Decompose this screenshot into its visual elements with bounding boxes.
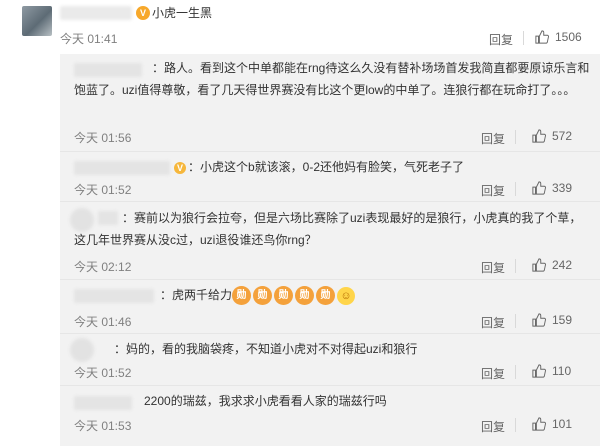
reply-item: ：妈的，看的我脑袋疼，不知道小虎对不对得起uzi和狼行 今天 01:52 回复 … xyxy=(60,334,600,386)
divider xyxy=(515,259,516,273)
reply-time: 今天 01:56 xyxy=(74,131,132,145)
thumbs-up-icon xyxy=(532,181,546,195)
divider xyxy=(523,31,524,45)
reply-time: 今天 01:53 xyxy=(74,419,132,433)
main-comment: V 小虎一生黑 今天 01:41 回复 1506 xyxy=(0,0,600,54)
weibo-vip-badge-icon: V xyxy=(136,6,150,20)
reply-button[interactable]: 回复 xyxy=(481,418,505,435)
like-count: 339 xyxy=(552,181,573,195)
reply-button[interactable]: 回复 xyxy=(481,259,505,276)
reply-button[interactable]: 回复 xyxy=(481,365,505,382)
thumbs-up-icon xyxy=(532,364,546,378)
divider xyxy=(515,418,516,432)
divider xyxy=(515,130,516,144)
thumbs-up-icon xyxy=(532,417,546,431)
divider xyxy=(515,314,516,328)
like-button[interactable]: 110 xyxy=(532,364,571,378)
emoji-lol-icon: 勋 xyxy=(253,286,273,306)
like-button[interactable]: 242 xyxy=(532,258,572,272)
avatar[interactable] xyxy=(22,6,52,36)
username-blurred[interactable] xyxy=(60,6,132,20)
like-count: 101 xyxy=(552,417,573,431)
reply-text: ：虎两千给力勋勋勋勋勋 ☺ xyxy=(74,284,590,306)
reply-item: ：路人。看到这个中单都能在rng待这么久没有替补场场首发我简直都要原谅乐言和饱蓝… xyxy=(60,54,600,152)
reply-list: ：路人。看到这个中单都能在rng待这么久没有替补场场首发我简直都要原谅乐言和饱蓝… xyxy=(60,54,600,446)
like-button[interactable]: 101 xyxy=(532,417,572,431)
reply-item: V ：小虎这个b就该滚，0-2还他妈有脸笑，气死老子了 今天 01:52 回复 3… xyxy=(60,152,600,202)
emoji-lol-icon: 勋 xyxy=(316,286,336,306)
reply-item: 2200的瑞兹，我求求小虎看看人家的瑞兹行吗 今天 01:53 回复 101 xyxy=(60,386,600,446)
reply-item: ：虎两千给力勋勋勋勋勋 ☺ 今天 01:46 回复 159 xyxy=(60,280,600,334)
thumbs-up-icon xyxy=(532,258,546,272)
reply-button[interactable]: 回复 xyxy=(481,182,505,199)
reply-text: V ：小虎这个b就该滚，0-2还他妈有脸笑，气死老子了 xyxy=(74,156,590,178)
reply-time: 今天 01:46 xyxy=(74,315,132,329)
reply-button[interactable]: 回复 xyxy=(489,31,513,48)
reply-text: ：路人。看到这个中单都能在rng待这么久没有替补场场首发我简直都要原谅乐言和饱蓝… xyxy=(74,61,590,97)
reply-time: 今天 01:52 xyxy=(74,366,132,380)
vip-badge-icon: V xyxy=(174,161,186,174)
reply-text: 2200的瑞兹，我求求小虎看看人家的瑞兹行吗 xyxy=(144,394,387,408)
divider xyxy=(515,182,516,196)
comment-time: 今天 01:41 xyxy=(60,32,118,46)
reply-time: 今天 02:12 xyxy=(74,260,132,274)
thumbs-up-icon xyxy=(532,129,546,143)
thumbs-up-icon xyxy=(532,313,546,327)
thumbs-up-icon xyxy=(535,30,549,44)
like-button[interactable]: 1506 xyxy=(535,30,582,44)
comment-text: 小虎一生黑 xyxy=(152,6,213,20)
like-button[interactable]: 339 xyxy=(532,181,572,195)
like-button[interactable]: 572 xyxy=(532,129,572,143)
reply-item: ：赛前以为狼行会拉夸，但是六场比赛除了uzi表现最好的是狼行，小虎真的我了个草，… xyxy=(60,202,600,280)
like-count: 1506 xyxy=(555,30,582,44)
emoji-lol-icon: 勋 xyxy=(274,286,294,306)
reply-button[interactable]: 回复 xyxy=(481,314,505,331)
reply-button[interactable]: 回复 xyxy=(481,130,505,147)
reply-text: ：妈的，看的我脑袋疼，不知道小虎对不对得起uzi和狼行 xyxy=(114,342,418,356)
reply-time: 今天 01:52 xyxy=(74,183,132,197)
like-button[interactable]: 159 xyxy=(532,313,572,327)
like-count: 242 xyxy=(552,258,573,272)
emoji-lol-icon: 勋 xyxy=(295,286,315,306)
like-count: 159 xyxy=(552,313,573,327)
emoji-lol-icon: 勋 xyxy=(232,286,252,306)
like-count: 110 xyxy=(552,364,572,378)
like-count: 572 xyxy=(552,129,573,143)
emoji-laugh-icon: ☺ xyxy=(337,286,356,305)
reply-text: ：赛前以为狼行会拉夸，但是六场比赛除了uzi表现最好的是狼行，小虎真的我了个草，… xyxy=(74,211,582,247)
divider xyxy=(515,365,516,379)
